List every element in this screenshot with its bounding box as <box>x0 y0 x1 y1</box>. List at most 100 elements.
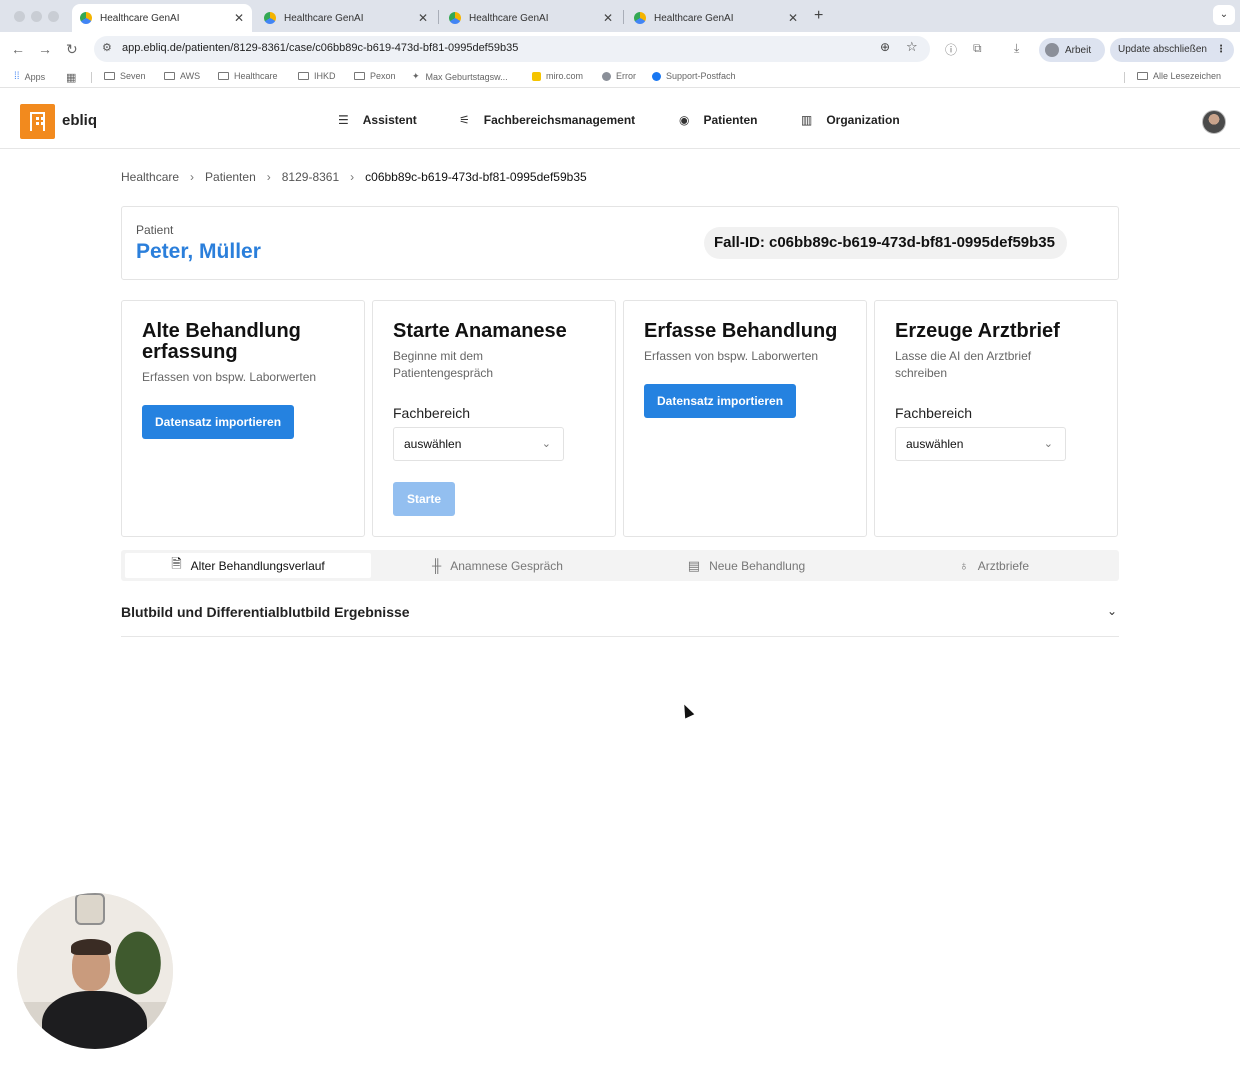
window-close-dot[interactable] <box>14 11 25 22</box>
close-icon[interactable]: ✕ <box>234 11 244 25</box>
start-button[interactable]: Starte <box>393 482 455 516</box>
lamp-icon <box>75 893 105 925</box>
bookmark-folder[interactable]: Pexon <box>354 71 396 81</box>
bookmark-label: miro.com <box>546 71 584 81</box>
reload-icon[interactable]: ↻ <box>66 41 78 58</box>
logo-icon[interactable] <box>20 104 55 139</box>
url-text[interactable]: app.ebliq.de/patienten/8129-8361/case/c0… <box>122 42 518 54</box>
nav-patienten[interactable]: ◉ Patienten <box>679 113 758 127</box>
newspaper-icon: ▤ <box>687 557 701 573</box>
bookmark-link[interactable]: miro.com <box>532 71 583 81</box>
bookmark-folder[interactable]: AWS <box>164 71 200 81</box>
download-icon[interactable]: ⤓ <box>1014 41 1019 56</box>
nav-assistent[interactable]: ☰ Assistent <box>338 113 417 127</box>
card-description: Lasse die AI den Arztbrief schreiben <box>895 349 1032 380</box>
window-maximize-dot[interactable] <box>48 11 59 22</box>
bookmark-folder[interactable]: IHKD <box>298 71 336 81</box>
patient-name: Peter, Müller <box>136 240 261 263</box>
new-tab-icon[interactable]: + <box>814 7 823 25</box>
folder-icon <box>354 72 365 80</box>
browser-tab[interactable]: Healthcare GenAI ✕ <box>441 4 621 32</box>
nav-fachbereichsmanagement[interactable]: ⚟ Fachbereichsmanagement <box>459 113 635 127</box>
accordion-title[interactable]: Blutbild und Differentialblutbild Ergebn… <box>121 604 410 620</box>
close-icon[interactable]: ✕ <box>788 11 798 25</box>
nav-label: Organization <box>826 113 900 127</box>
bookmark-folder[interactable]: Healthcare <box>218 71 278 81</box>
breadcrumb: Healthcare › Patienten › 8129-8361 › c06… <box>121 170 587 184</box>
bookmarks-divider <box>1124 72 1125 83</box>
bookmark-apps[interactable]: ⁞⁞ Apps <box>14 71 45 82</box>
bookmark-folder[interactable]: Seven <box>104 71 146 81</box>
tab-divider <box>623 10 624 24</box>
all-bookmarks[interactable]: Alle Lesezeichen <box>1137 71 1221 81</box>
tab-search-icon[interactable]: ⌄ <box>1213 5 1235 25</box>
browser-tab-title: Healthcare GenAI <box>100 12 180 24</box>
mouse-cursor-icon <box>679 702 695 719</box>
card-title: Alte Behandlung erfassung <box>142 320 301 363</box>
card-title: Erzeuge Arztbrief <box>895 320 1060 342</box>
tab-arztbriefe[interactable]: ♁ Arztbriefe <box>873 553 1115 578</box>
bookmark-link[interactable]: Error <box>602 71 636 81</box>
user-circle-icon: ◉ <box>679 113 690 127</box>
avatar[interactable] <box>1202 110 1226 134</box>
tab-neue-behandlung[interactable]: ▤ Neue Behandlung <box>624 553 869 578</box>
address-bar[interactable]: ⚙ app.ebliq.de/patienten/8129-8361/case/… <box>94 36 930 62</box>
fachbereich-select[interactable]: auswählen ⌄ <box>895 427 1066 461</box>
chevron-down-icon[interactable]: ⌄ <box>1107 604 1117 618</box>
patient-label: Patient <box>136 223 174 237</box>
window-minimize-dot[interactable] <box>31 11 42 22</box>
breadcrumb-item[interactable]: Patienten <box>205 170 256 184</box>
building-icon: ▥ <box>801 113 813 127</box>
close-icon[interactable]: ✕ <box>418 11 428 25</box>
forward-icon[interactable]: → <box>38 41 52 57</box>
accordion-blutbild[interactable]: Blutbild und Differentialblutbild Ergebn… <box>121 592 1119 637</box>
facebook-icon <box>652 71 661 81</box>
browser-tab-title: Healthcare GenAI <box>469 12 549 24</box>
breadcrumb-item[interactable]: 8129-8361 <box>282 170 339 184</box>
tab-anamnese-gespraech[interactable]: ╫ Anamnese Gespräch <box>375 553 620 578</box>
chevron-right-icon: › <box>266 170 271 184</box>
close-icon[interactable]: ✕ <box>603 11 613 25</box>
update-button[interactable]: Update abschließen ⋮ <box>1110 38 1234 62</box>
brand-name[interactable]: ebliq <box>62 112 97 129</box>
bookmark-link[interactable]: Support-Postfach <box>652 71 736 81</box>
bookmark-star-icon[interactable]: ☆ <box>906 39 918 55</box>
bookmark-label: Error <box>616 71 636 81</box>
sliders-icon: ⚟ <box>459 113 470 127</box>
profile-button[interactable]: Arbeit <box>1039 38 1105 62</box>
zoom-icon[interactable]: ⊕ <box>880 40 890 54</box>
card-erzeuge-arztbrief: Erzeuge Arztbrief Lasse die AI den Arztb… <box>874 300 1118 537</box>
favicon-icon <box>80 12 92 24</box>
menu-dots-icon[interactable]: ⋮ <box>1216 38 1226 62</box>
folder-icon <box>218 72 229 80</box>
bookmark-link[interactable]: ✦ Max Geburtstagsw... <box>412 71 508 82</box>
card-title: Erfasse Behandlung <box>644 320 838 342</box>
folder-icon <box>298 72 309 80</box>
import-dataset-button[interactable]: Datensatz importieren <box>644 384 797 418</box>
extensions-icon[interactable]: ⧉ <box>973 41 982 56</box>
import-dataset-button[interactable]: Datensatz importieren <box>142 405 295 439</box>
site-settings-icon[interactable]: ⚙ <box>102 41 112 54</box>
bookmark-label: Max Geburtstagsw... <box>425 71 508 82</box>
folder-icon <box>104 72 115 80</box>
card-description: Erfassen von bspw. Laborwerten <box>142 370 317 384</box>
tab-alter-behandlungsverlauf[interactable]: 🗎 Alter Behandlungsverlauf <box>125 553 371 578</box>
password-manager-icon[interactable]: ⓘ <box>945 41 957 58</box>
tab-groups-icon[interactable]: ▦ <box>66 71 76 84</box>
tab-label: Arztbriefe <box>977 558 1030 573</box>
bookmark-label: Support-Postfach <box>666 71 736 81</box>
bookmark-label: Seven <box>120 71 146 81</box>
breadcrumb-item[interactable]: Healthcare <box>121 170 179 184</box>
browser-tab[interactable]: Healthcare GenAI ✕ <box>256 4 436 32</box>
breadcrumb-current: c06bb89c-b619-473d-bf81-0995def59b35 <box>365 170 587 184</box>
fachbereich-select[interactable]: auswählen ⌄ <box>393 427 564 461</box>
bookmark-label: AWS <box>180 71 201 81</box>
nav-organization[interactable]: ▥ Organization <box>801 113 900 127</box>
browser-tab[interactable]: Healthcare GenAI ✕ <box>72 4 252 32</box>
plant-icon <box>109 923 167 1003</box>
back-icon[interactable]: ← <box>11 41 25 57</box>
miro-icon <box>532 71 541 81</box>
browser-tab[interactable]: Healthcare GenAI ✕ <box>626 4 806 32</box>
tab-label: Neue Behandlung <box>709 558 806 573</box>
bookmarks-bar: ⁞⁞ Apps ▦ Seven AWS Healthcare IHKD Pexo… <box>0 66 1240 88</box>
